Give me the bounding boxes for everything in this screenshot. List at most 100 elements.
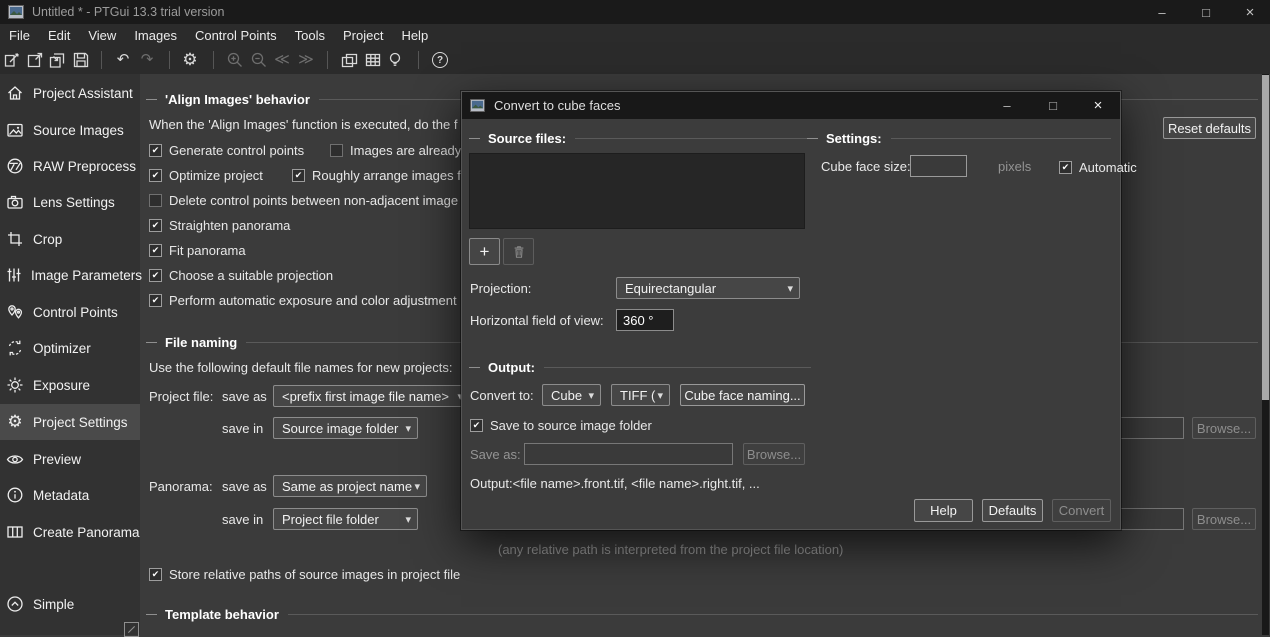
panorama-save-as-dropdown[interactable]: Same as project name <box>273 475 427 497</box>
menu-help[interactable]: Help <box>392 28 437 43</box>
menu-file[interactable]: File <box>0 28 39 43</box>
dialog-maximize-button[interactable]: □ <box>1031 92 1075 119</box>
output-header: Output: <box>469 360 811 374</box>
project-save-as-dropdown[interactable]: <prefix first image file name> <box>273 385 470 407</box>
dropdown-value: Source image folder <box>282 421 398 436</box>
checkbox-straighten-panorama[interactable]: Straighten panorama <box>149 218 290 232</box>
sidebar-item-metadata[interactable]: Metadata <box>0 477 140 513</box>
previous-image-button[interactable]: ≪ <box>273 51 291 69</box>
minimize-button[interactable]: – <box>1142 0 1182 24</box>
cube-face-naming-button[interactable]: Cube face naming... <box>680 384 805 406</box>
open-project-button[interactable] <box>26 51 44 69</box>
sidebar-item-optimizer[interactable]: Optimizer <box>0 330 140 366</box>
sidebar-item-image-parameters[interactable]: Image Parameters <box>0 257 140 293</box>
checkbox-label: Roughly arrange images fir <box>312 168 468 183</box>
file-format-dropdown[interactable]: TIFF ( <box>611 384 670 406</box>
menu-edit[interactable]: Edit <box>39 28 79 43</box>
sidebar-item-control-points[interactable]: Control Points <box>0 294 140 330</box>
checkbox-choose-projection[interactable]: Choose a suitable projection <box>149 268 333 282</box>
header-line <box>891 138 1111 139</box>
hints-button[interactable] <box>386 51 404 69</box>
panorama-save-in-dropdown[interactable]: Project file folder <box>273 508 418 530</box>
zoom-out-button[interactable] <box>250 51 268 69</box>
checkbox-optimize-project[interactable]: Optimize project <box>149 168 263 182</box>
sidebar-item-label: Metadata <box>33 488 89 503</box>
next-image-button[interactable]: ≫ <box>297 51 315 69</box>
save-as-label: save as <box>222 479 267 494</box>
undo-icon: ↶ <box>117 51 130 69</box>
menu-control-points[interactable]: Control Points <box>186 28 286 43</box>
sidebar-item-exposure[interactable]: Exposure <box>0 367 140 403</box>
defaults-button[interactable]: Defaults <box>982 499 1043 522</box>
projection-dropdown[interactable]: Equirectangular <box>616 277 800 299</box>
scrollbar-thumb[interactable] <box>1262 75 1269 400</box>
minimize-icon: – <box>1003 98 1010 113</box>
menu-project[interactable]: Project <box>334 28 392 43</box>
menu-tools[interactable]: Tools <box>286 28 334 43</box>
toolbar-separator <box>418 51 419 69</box>
save-as-browse-button[interactable]: Browse... <box>743 443 805 465</box>
checkbox-fit-panorama[interactable]: Fit panorama <box>149 243 246 257</box>
sidebar-item-source-images[interactable]: Source Images <box>0 112 140 148</box>
hfov-input[interactable]: 360 ° <box>616 309 674 331</box>
redo-icon: ↷ <box>141 51 154 69</box>
maximize-button[interactable]: □ <box>1186 0 1226 24</box>
checkbox-delete-control-points[interactable]: Delete control points between non-adjace… <box>149 193 458 207</box>
sidebar-item-simple[interactable]: Simple <box>0 586 140 622</box>
dialog-close-button[interactable]: × <box>1076 92 1120 119</box>
input-value: 360 ° <box>623 313 654 328</box>
panorama-folder-browse-button[interactable]: Browse... <box>1192 508 1256 530</box>
new-project-button[interactable] <box>3 51 21 69</box>
save-as-input[interactable] <box>524 443 733 465</box>
checkbox-icon <box>1059 161 1072 174</box>
scrollbar[interactable] <box>1262 74 1269 635</box>
checkbox-roughly-arrange[interactable]: Roughly arrange images fir <box>292 168 468 182</box>
checkbox-label: Automatic <box>1079 160 1137 175</box>
menu-images[interactable]: Images <box>125 28 186 43</box>
checkbox-generate-control-points[interactable]: Generate control points <box>149 143 304 157</box>
settings-header: Settings: <box>807 131 1111 145</box>
help-button[interactable]: ? <box>431 51 449 69</box>
close-button[interactable]: × <box>1230 0 1270 24</box>
toolbar: ↶ ↷ ⚙ ≪ ≫ ? <box>0 46 1270 74</box>
checkbox-auto-exposure[interactable]: Perform automatic exposure and color adj… <box>149 293 457 307</box>
settings-button[interactable]: ⚙ <box>181 51 199 69</box>
menu-view[interactable]: View <box>79 28 125 43</box>
checkbox-images-already-positioned[interactable]: Images are already <box>330 143 461 157</box>
help-button[interactable]: Help <box>914 499 973 522</box>
save-in-label: save in <box>222 512 263 527</box>
convert-to-dropdown[interactable]: Cube <box>542 384 601 406</box>
save-icon <box>72 51 90 69</box>
sidebar-item-raw-preprocess[interactable]: RAW Preprocess <box>0 148 140 184</box>
sidebar-item-create-panorama[interactable]: Create Panorama <box>0 514 140 550</box>
import-project-button[interactable] <box>47 51 67 69</box>
checkbox-icon <box>149 294 162 307</box>
convert-button[interactable]: Convert <box>1052 499 1111 522</box>
sidebar-item-project-assistant[interactable]: Project Assistant <box>0 75 140 111</box>
save-button[interactable] <box>72 51 90 69</box>
undo-button[interactable]: ↶ <box>114 51 132 69</box>
remove-file-button[interactable] <box>503 238 534 265</box>
reset-defaults-button[interactable]: Reset defaults <box>1163 117 1256 139</box>
detail-viewer-button[interactable] <box>364 51 382 69</box>
checkbox-automatic[interactable]: Automatic <box>1059 160 1137 174</box>
checkbox-store-relative-paths[interactable]: Store relative paths of source images in… <box>149 567 460 581</box>
sidebar-item-lens-settings[interactable]: Lens Settings <box>0 184 140 220</box>
toolbar-separator <box>213 51 214 69</box>
sidebar-item-preview[interactable]: Preview <box>0 441 140 477</box>
maximize-icon: □ <box>1202 5 1210 20</box>
redo-button[interactable]: ↷ <box>138 51 156 69</box>
convert-to-cube-faces-dialog: Convert to cube faces – □ × Source files… <box>461 91 1121 530</box>
project-folder-browse-button[interactable]: Browse... <box>1192 417 1256 439</box>
checkbox-icon <box>149 144 162 157</box>
panorama-editor-button[interactable] <box>339 51 360 69</box>
cube-face-size-input[interactable] <box>910 155 967 177</box>
add-file-button[interactable]: + <box>469 238 500 265</box>
project-save-in-dropdown[interactable]: Source image folder <box>273 417 418 439</box>
sidebar-item-crop[interactable]: Crop <box>0 221 140 257</box>
dialog-minimize-button[interactable]: – <box>985 92 1029 119</box>
source-files-list[interactable] <box>469 153 805 229</box>
sidebar-item-project-settings[interactable]: ⚙ Project Settings <box>0 404 140 440</box>
checkbox-save-to-source-folder[interactable]: Save to source image folder <box>470 418 652 432</box>
zoom-in-button[interactable] <box>226 51 244 69</box>
